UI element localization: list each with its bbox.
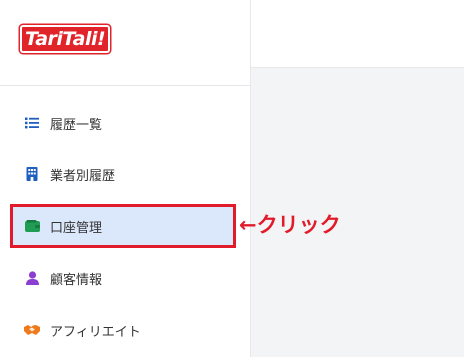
person-icon bbox=[24, 270, 40, 286]
sidebar-item-label: アフィリエイト bbox=[50, 324, 141, 340]
sidebar-item-vendor-history[interactable]: 業者別履歴 bbox=[12, 154, 234, 194]
wallet-icon bbox=[24, 218, 40, 234]
top-bar bbox=[251, 0, 464, 68]
sidebar-item-label: 履歴一覧 bbox=[50, 117, 103, 133]
list-icon bbox=[24, 115, 40, 131]
building-icon bbox=[24, 166, 40, 182]
sidebar-item-label: 顧客情報 bbox=[50, 272, 103, 288]
handshake-icon bbox=[24, 322, 40, 338]
click-annotation: ←クリック bbox=[239, 213, 341, 237]
sidebar-item-affiliate[interactable]: アフィリエイト bbox=[12, 310, 234, 350]
sidebar-item-label: 業者別履歴 bbox=[50, 168, 116, 184]
sidebar-item-history-list[interactable]: 履歴一覧 bbox=[12, 103, 234, 143]
brand-logo[interactable]: TariTali! bbox=[20, 25, 111, 53]
sidebar-item-account-management[interactable]: 口座管理 bbox=[10, 204, 236, 248]
sidebar-item-label: 口座管理 bbox=[50, 220, 103, 236]
sidebar: TariTali! 履歴一覧 業者別履歴 口座管理 顧客情報 アフィリエイト bbox=[0, 0, 251, 357]
sidebar-item-customer-info[interactable]: 顧客情報 bbox=[12, 258, 234, 298]
logo-area: TariTali! bbox=[0, 0, 250, 86]
